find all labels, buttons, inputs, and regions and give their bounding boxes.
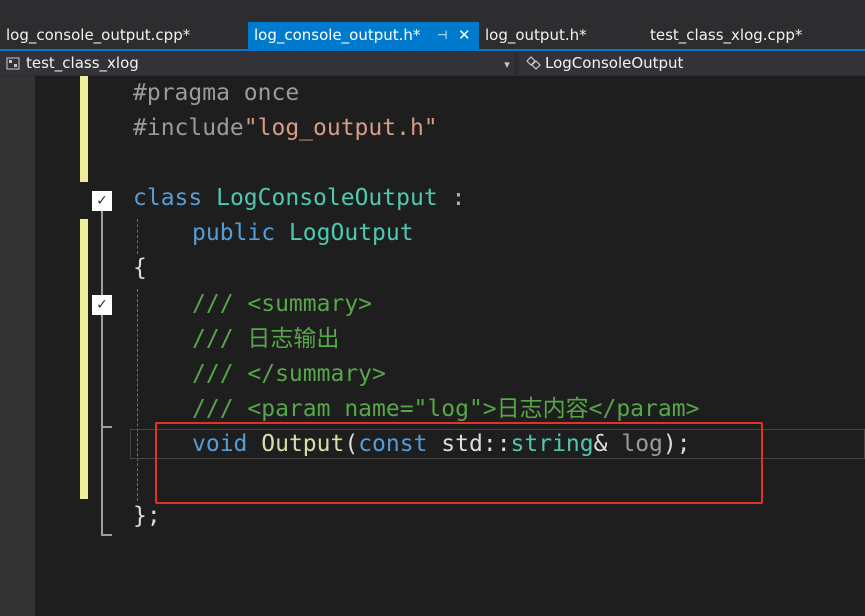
indent-guide [137,289,138,501]
preprocessor: #pragma once [133,80,300,106]
chevron-down-icon[interactable]: ▾ [500,53,514,76]
code-line-7[interactable]: /// <summary> [192,287,372,322]
comment: /// </summary> [192,361,386,387]
close-icon[interactable]: ✕ [458,22,471,49]
code-line-9[interactable]: /// </summary> [192,357,386,392]
tab-label: log_console_output.h* [254,26,421,44]
fold-glyph: ✓ [96,297,108,313]
fold-line [101,315,103,427]
tab-log-output-h[interactable]: log_output.h* [479,22,639,49]
comment: /// <param name="log">日志内容</param> [192,396,700,422]
fold-line [101,428,103,536]
project-dropdown[interactable]: test_class_xlog ▾ [0,52,514,75]
fold-end [101,534,112,536]
tab-log-console-output-h[interactable]: log_console_output.h* ⊣ ✕ [248,22,479,49]
comment: /// <summary> [192,291,373,317]
class-name: LogConsoleOutput [545,54,684,72]
document-tab-bar: log_console_output.cpp* log_console_outp… [0,22,865,49]
code-editor[interactable] [35,76,865,616]
fold-collapse-icon[interactable]: ✓ [92,191,112,211]
brace: }; [133,503,161,529]
code-line-4[interactable]: class LogConsoleOutput : [133,181,465,216]
fold-line [101,211,103,295]
code-line-13[interactable]: }; [133,499,161,534]
left-margin [0,76,35,616]
nav-splitter [514,51,519,76]
project-icon [6,52,20,75]
operator: : [437,185,466,211]
tab-label: test_class_xlog.cpp* [650,26,803,44]
pin-icon[interactable]: ⊣ [437,22,447,49]
keyword: class [133,185,203,211]
class-icon [525,52,541,75]
change-marker [80,76,88,182]
string-literal: "log_output.h" [243,115,438,141]
tab-log-console-output-cpp[interactable]: log_console_output.cpp* [0,22,246,49]
code-line-5[interactable]: public LogOutput [192,216,414,251]
navigation-bar: test_class_xlog ▾ LogConsoleOutput [0,51,865,77]
code-line-2[interactable]: #include"log_output.h" [133,111,438,146]
project-name: test_class_xlog [26,54,139,72]
fold-collapse-icon[interactable]: ✓ [92,295,112,315]
code-line-1[interactable]: #pragma once [133,76,299,111]
indent-guide [137,219,138,254]
tab-label: log_output.h* [485,26,587,44]
comment: /// 日志输出 [192,326,340,352]
annotation-highlight-box [155,422,763,504]
preprocessor: #include [133,115,244,141]
class-dropdown[interactable]: LogConsoleOutput [519,52,865,75]
tab-label: log_console_output.cpp* [6,26,191,44]
fold-glyph: ✓ [96,193,108,209]
base-class-name: LogOutput [288,220,414,246]
tab-test-class-xlog-cpp[interactable]: test_class_xlog.cpp* [644,22,865,49]
title-strip [0,0,865,22]
code-line-8[interactable]: /// 日志输出 [192,322,339,357]
code-line-6[interactable]: { [133,251,147,286]
keyword: public [192,220,276,246]
class-name: LogConsoleOutput [216,185,438,211]
brace: { [133,255,147,281]
change-marker [80,219,88,499]
